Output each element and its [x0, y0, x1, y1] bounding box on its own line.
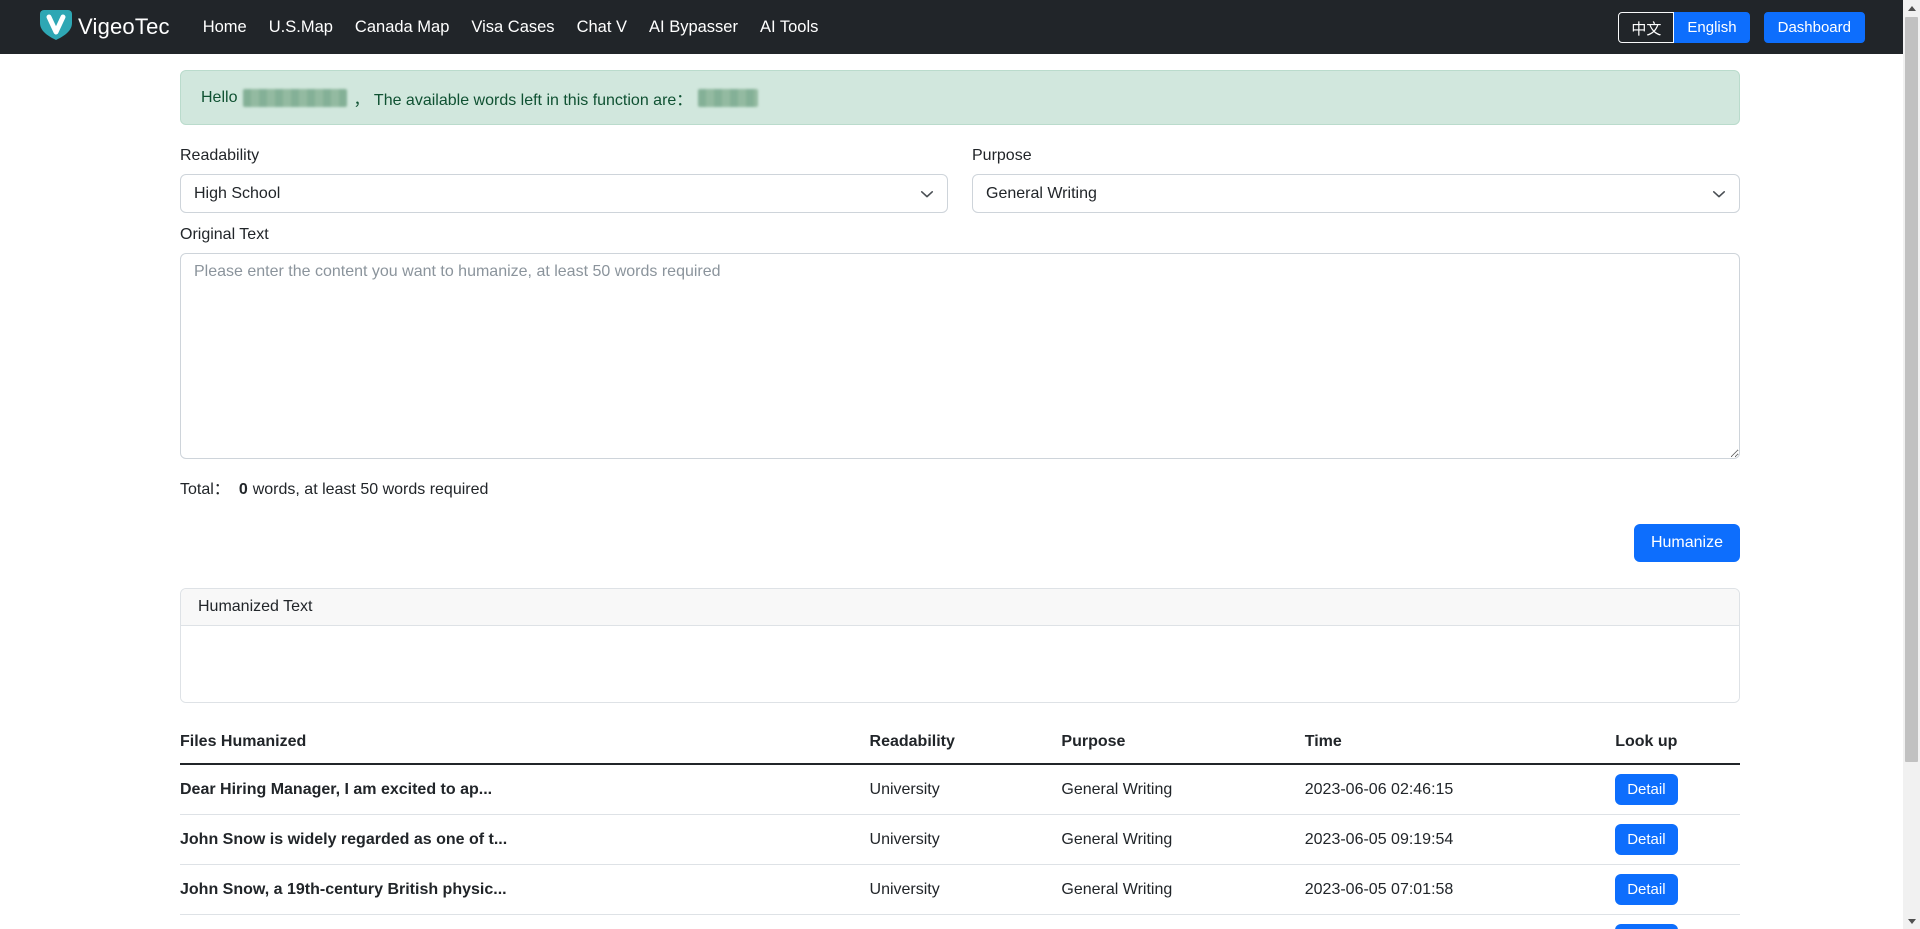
readability-cell: University: [870, 915, 1062, 929]
nav-links: Home U.S.Map Canada Map Visa Cases Chat …: [192, 10, 830, 45]
scroll-up-arrow[interactable]: [1903, 0, 1920, 16]
detail-button[interactable]: Detail: [1615, 874, 1677, 905]
readability-selected-value: High School: [194, 185, 280, 203]
main-content: Hello ， The available words left in this…: [180, 70, 1740, 929]
original-text-input[interactable]: [180, 253, 1740, 459]
file-name-cell: John Snow, a 19th-century British physic…: [180, 865, 870, 915]
word-count-value: 0: [239, 481, 248, 499]
detail-button[interactable]: Detail: [1615, 924, 1677, 929]
word-count-requirement: words, at least 50 words required: [253, 481, 489, 499]
humanize-button-row: Humanize: [180, 524, 1740, 562]
readability-select[interactable]: High School: [180, 174, 948, 213]
purpose-cell: General Writing: [1061, 815, 1304, 865]
vertical-scrollbar[interactable]: [1903, 0, 1920, 929]
humanized-text-card: Humanized Text: [180, 588, 1740, 703]
nav-item-ai-tools[interactable]: AI Tools: [749, 10, 829, 45]
dashboard-button[interactable]: Dashboard: [1764, 12, 1865, 43]
chevron-down-icon: [920, 187, 934, 206]
detail-button[interactable]: Detail: [1615, 774, 1677, 805]
nav-item-visa-cases[interactable]: Visa Cases: [460, 10, 565, 45]
purpose-label: Purpose: [972, 147, 1740, 165]
files-humanized-table: Files Humanized Readability Purpose Time…: [180, 724, 1740, 929]
header-purpose: Purpose: [1061, 724, 1304, 764]
file-name-cell: John Snow is considered one of the most.…: [180, 915, 870, 929]
redacted-words-count: [698, 89, 758, 107]
humanized-text-title: Humanized Text: [181, 589, 1739, 626]
purpose-selected-value: General Writing: [986, 185, 1097, 203]
scroll-down-arrow[interactable]: [1903, 913, 1920, 929]
header-time: Time: [1305, 724, 1615, 764]
detail-button[interactable]: Detail: [1615, 824, 1677, 855]
readability-field: Readability High School: [180, 147, 948, 213]
table-row: John Snow is considered one of the most.…: [180, 915, 1740, 929]
table-row: John Snow is widely regarded as one of t…: [180, 815, 1740, 865]
nav-item-chat-v[interactable]: Chat V: [566, 10, 638, 45]
word-count-status: Total： 0 words, at least 50 words requir…: [180, 475, 1740, 499]
header-readability: Readability: [870, 724, 1062, 764]
nav-item-us-map[interactable]: U.S.Map: [258, 10, 344, 45]
file-name-cell: Dear Hiring Manager, I am excited to ap.…: [180, 764, 870, 815]
original-text-label: Original Text: [180, 226, 1740, 244]
time-cell: 2023-06-06 02:46:15: [1305, 764, 1615, 815]
readability-cell: University: [870, 815, 1062, 865]
brand[interactable]: VigeoTec: [38, 7, 170, 48]
time-cell: 2023-06-05 04:35:30: [1305, 915, 1615, 929]
options-row: Readability High School Purpose General …: [180, 147, 1740, 213]
total-label: Total：: [180, 475, 230, 499]
purpose-cell: General Writing: [1061, 865, 1304, 915]
brand-name: VigeoTec: [78, 14, 170, 40]
navbar-right: 中文 English Dashboard: [1618, 12, 1889, 43]
readability-label: Readability: [180, 147, 948, 165]
language-toggle: 中文 English: [1618, 12, 1749, 43]
navbar: VigeoTec Home U.S.Map Canada Map Visa Ca…: [0, 0, 1903, 54]
purpose-select[interactable]: General Writing: [972, 174, 1740, 213]
vigeotec-logo-icon: [38, 7, 74, 48]
purpose-field: Purpose General Writing: [972, 147, 1740, 213]
humanize-button[interactable]: Humanize: [1634, 524, 1740, 562]
purpose-cell: General Writing: [1061, 764, 1304, 815]
time-cell: 2023-06-05 09:19:54: [1305, 815, 1615, 865]
alert-message: ， The available words left in this funct…: [353, 86, 692, 110]
alert-greeting: Hello: [201, 89, 237, 107]
purpose-cell: General Writing: [1061, 915, 1304, 929]
table-row: Dear Hiring Manager, I am excited to ap.…: [180, 764, 1740, 815]
lang-chinese-button[interactable]: 中文: [1618, 12, 1674, 43]
table-header-row: Files Humanized Readability Purpose Time…: [180, 724, 1740, 764]
readability-cell: University: [870, 764, 1062, 815]
readability-cell: University: [870, 865, 1062, 915]
header-files-humanized: Files Humanized: [180, 724, 870, 764]
file-name-cell: John Snow is widely regarded as one of t…: [180, 815, 870, 865]
nav-item-canada-map[interactable]: Canada Map: [344, 10, 460, 45]
redacted-username: [243, 89, 347, 107]
chevron-down-icon: [1712, 187, 1726, 206]
scrollbar-thumb[interactable]: [1905, 17, 1918, 762]
humanized-text-output: [181, 626, 1739, 702]
header-look-up: Look up: [1615, 724, 1740, 764]
time-cell: 2023-06-05 07:01:58: [1305, 865, 1615, 915]
nav-item-ai-bypasser[interactable]: AI Bypasser: [638, 10, 749, 45]
lang-english-button[interactable]: English: [1674, 12, 1749, 43]
words-left-alert: Hello ， The available words left in this…: [180, 70, 1740, 125]
table-row: John Snow, a 19th-century British physic…: [180, 865, 1740, 915]
nav-item-home[interactable]: Home: [192, 10, 258, 45]
